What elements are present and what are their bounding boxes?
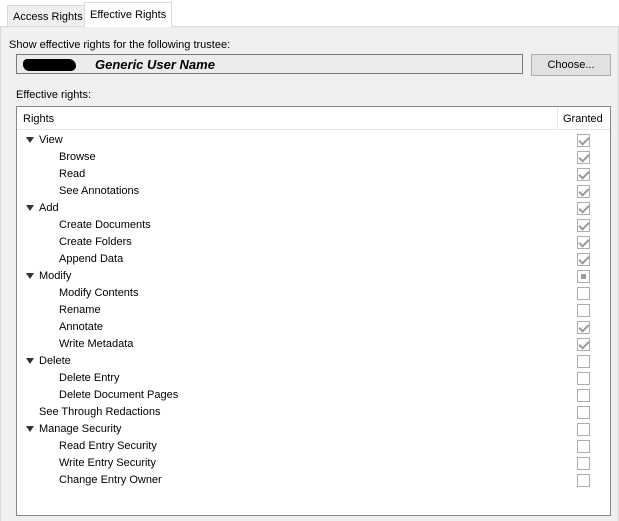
- granted-checkbox: [577, 338, 590, 351]
- right-label: Delete Entry: [59, 372, 120, 384]
- right-row[interactable]: See Through Redactions: [17, 404, 610, 421]
- right-label: See Annotations: [59, 185, 140, 197]
- tab-access-rights[interactable]: Access Rights: [7, 5, 89, 26]
- right-label: Create Folders: [59, 236, 132, 248]
- tab-bar: Access Rights Effective Rights: [0, 0, 619, 27]
- right-label: Browse: [59, 151, 96, 163]
- right-row[interactable]: Modify: [17, 268, 610, 285]
- right-label: Change Entry Owner: [59, 474, 162, 486]
- right-label: Write Entry Security: [59, 457, 156, 469]
- trustee-name: Generic User Name: [95, 57, 215, 72]
- rights-tree-list[interactable]: Rights Granted View Browse Read See Annotat…: [16, 106, 611, 516]
- right-row[interactable]: Create Folders: [17, 234, 610, 251]
- granted-checkbox: [577, 321, 590, 334]
- right-row[interactable]: Read: [17, 166, 610, 183]
- trustee-prompt-label: Show effective rights for the following …: [9, 39, 231, 51]
- right-row[interactable]: See Annotations: [17, 183, 610, 200]
- effective-rights-label: Effective rights:: [16, 89, 91, 101]
- rights-list-header: Rights Granted: [17, 107, 610, 130]
- expand-arrow-icon[interactable]: [26, 358, 34, 364]
- right-label: Read: [59, 168, 86, 180]
- expand-arrow-icon[interactable]: [26, 205, 34, 211]
- right-row[interactable]: Create Documents: [17, 217, 610, 234]
- granted-checkbox: [577, 304, 590, 317]
- right-label: Delete Document Pages: [59, 389, 179, 401]
- right-label: See Through Redactions: [39, 406, 161, 418]
- granted-checkbox: [577, 440, 590, 453]
- right-label: Manage Security: [39, 423, 122, 435]
- granted-checkbox: [577, 406, 590, 419]
- expand-arrow-icon[interactable]: [26, 273, 34, 279]
- right-label: View: [39, 134, 63, 146]
- right-label: Append Data: [59, 253, 124, 265]
- right-row[interactable]: Modify Contents: [17, 285, 610, 302]
- right-row[interactable]: Delete Entry: [17, 370, 610, 387]
- expand-arrow-icon[interactable]: [26, 137, 34, 143]
- right-row[interactable]: Write Metadata: [17, 336, 610, 353]
- choose-trustee-button[interactable]: Choose...: [531, 54, 611, 76]
- right-label: Write Metadata: [59, 338, 134, 350]
- right-label: Read Entry Security: [59, 440, 157, 452]
- right-row[interactable]: Change Entry Owner: [17, 472, 610, 489]
- trustee-field: Generic User Name: [16, 54, 523, 74]
- column-separator[interactable]: [557, 107, 558, 130]
- right-row[interactable]: Browse: [17, 149, 610, 166]
- right-row[interactable]: Annotate: [17, 319, 610, 336]
- right-label: Annotate: [59, 321, 104, 333]
- right-row[interactable]: Manage Security: [17, 421, 610, 438]
- granted-checkbox: [577, 185, 590, 198]
- right-row[interactable]: View: [17, 132, 610, 149]
- right-label: Rename: [59, 304, 101, 316]
- granted-checkbox: [577, 355, 590, 368]
- granted-checkbox: [577, 253, 590, 266]
- right-row[interactable]: Delete: [17, 353, 610, 370]
- right-row[interactable]: Write Entry Security: [17, 455, 610, 472]
- right-row[interactable]: Rename: [17, 302, 610, 319]
- granted-checkbox: [577, 202, 590, 215]
- granted-checkbox: [577, 389, 590, 402]
- granted-checkbox: [577, 457, 590, 470]
- right-row[interactable]: Add: [17, 200, 610, 217]
- granted-checkbox: [577, 134, 590, 147]
- right-label: Create Documents: [59, 219, 151, 231]
- right-label: Delete: [39, 355, 71, 367]
- granted-checkbox: [577, 423, 590, 436]
- right-row[interactable]: Append Data: [17, 251, 610, 268]
- granted-checkbox: [577, 236, 590, 249]
- granted-checkbox: [577, 151, 590, 164]
- granted-checkbox: [577, 270, 590, 283]
- granted-checkbox: [577, 372, 590, 385]
- right-label: Modify Contents: [59, 287, 139, 299]
- right-row[interactable]: Delete Document Pages: [17, 387, 610, 404]
- column-header-granted[interactable]: Granted: [563, 113, 603, 126]
- tab-effective-rights[interactable]: Effective Rights: [84, 2, 173, 27]
- column-header-rights[interactable]: Rights: [23, 113, 54, 126]
- granted-checkbox: [577, 474, 590, 487]
- expand-arrow-icon[interactable]: [26, 426, 34, 432]
- right-label: Add: [39, 202, 59, 214]
- granted-checkbox: [577, 219, 590, 232]
- right-row[interactable]: Read Entry Security: [17, 438, 610, 455]
- redaction-mark: [23, 59, 76, 71]
- granted-checkbox: [577, 287, 590, 300]
- right-label: Modify: [39, 270, 72, 282]
- granted-checkbox: [577, 168, 590, 181]
